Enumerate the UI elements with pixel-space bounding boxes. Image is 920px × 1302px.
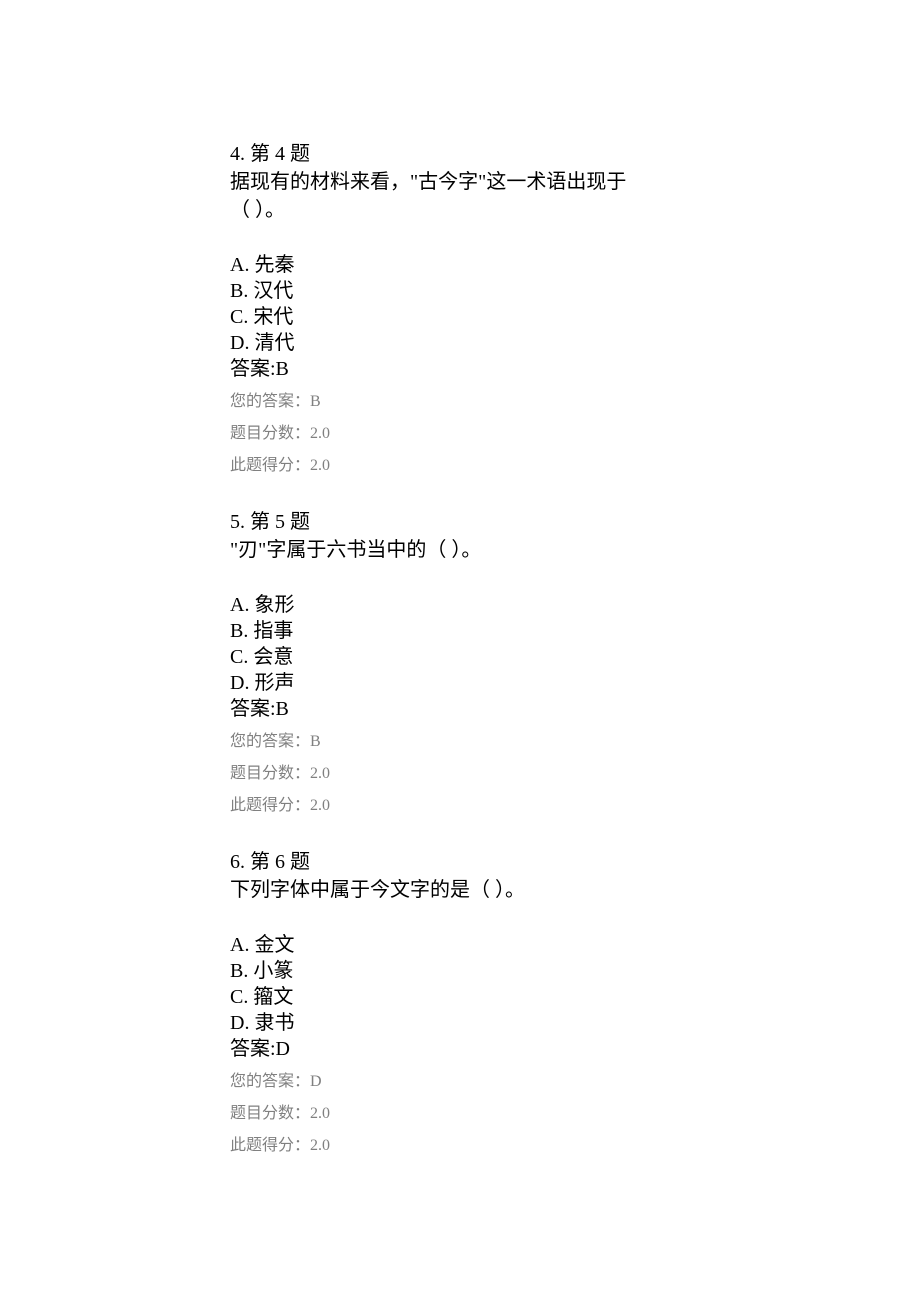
spacer: [230, 904, 690, 932]
option-c: C. 宋代: [230, 304, 690, 330]
option-d: D. 隶书: [230, 1010, 690, 1036]
question-score: 题目分数：2.0: [230, 764, 690, 784]
option-b: B. 小篆: [230, 958, 690, 984]
question-6: 6. 第 6 题 下列字体中属于今文字的是（ ）。 A. 金文 B. 小篆 C.…: [230, 848, 690, 1156]
question-header: 5. 第 5 题: [230, 508, 690, 536]
spacer: [230, 224, 690, 252]
option-b: B. 汉代: [230, 278, 690, 304]
option-d: D. 形声: [230, 670, 690, 696]
question-4: 4. 第 4 题 据现有的材料来看，"古今字"这一术语出现于 （ ）。 A. 先…: [230, 140, 690, 476]
question-text-line: 下列字体中属于今文字的是（ ）。: [230, 876, 690, 904]
question-got: 此题得分：2.0: [230, 796, 690, 816]
your-answer: 您的答案：B: [230, 732, 690, 752]
question-header: 4. 第 4 题: [230, 140, 690, 168]
question-text-line: 据现有的材料来看，"古今字"这一术语出现于: [230, 168, 690, 196]
question-got: 此题得分：2.0: [230, 1136, 690, 1156]
correct-answer: 答案:D: [230, 1036, 690, 1062]
option-c: C. 会意: [230, 644, 690, 670]
question-5: 5. 第 5 题 "刃"字属于六书当中的（ ）。 A. 象形 B. 指事 C. …: [230, 508, 690, 816]
your-answer: 您的答案：D: [230, 1072, 690, 1092]
option-a: A. 先秦: [230, 252, 690, 278]
question-score: 题目分数：2.0: [230, 424, 690, 444]
option-b: B. 指事: [230, 618, 690, 644]
option-d: D. 清代: [230, 330, 690, 356]
your-answer: 您的答案：B: [230, 392, 690, 412]
correct-answer: 答案:B: [230, 696, 690, 722]
document-page: 4. 第 4 题 据现有的材料来看，"古今字"这一术语出现于 （ ）。 A. 先…: [0, 0, 690, 1156]
question-text-line: （ ）。: [230, 196, 690, 224]
spacer: [230, 564, 690, 592]
question-text-line: "刃"字属于六书当中的（ ）。: [230, 536, 690, 564]
option-a: A. 金文: [230, 932, 690, 958]
option-c: C. 籀文: [230, 984, 690, 1010]
question-header: 6. 第 6 题: [230, 848, 690, 876]
question-score: 题目分数：2.0: [230, 1104, 690, 1124]
option-a: A. 象形: [230, 592, 690, 618]
correct-answer: 答案:B: [230, 356, 690, 382]
question-got: 此题得分：2.0: [230, 456, 690, 476]
